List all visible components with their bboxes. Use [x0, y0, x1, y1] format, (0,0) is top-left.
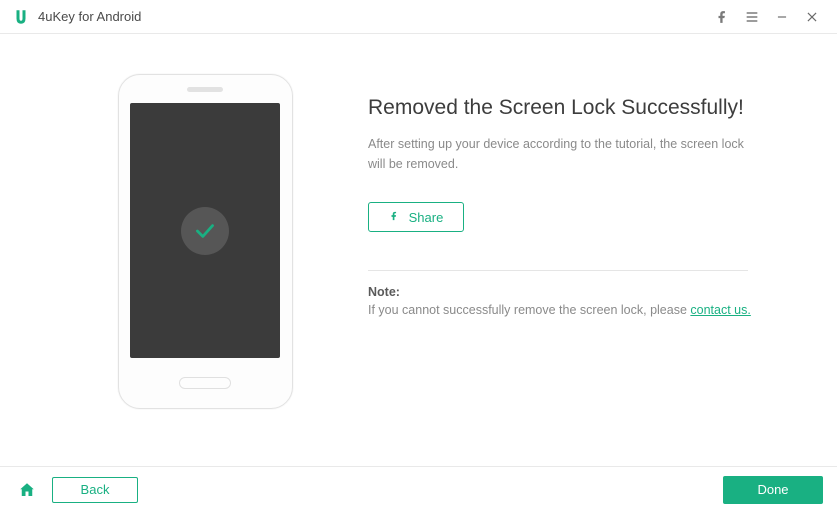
- facebook-small-icon: [389, 208, 399, 227]
- close-icon[interactable]: [797, 2, 827, 32]
- back-button[interactable]: Back: [52, 477, 138, 503]
- phone-speaker: [187, 87, 223, 92]
- share-button-label: Share: [409, 210, 444, 225]
- success-headline: Removed the Screen Lock Successfully!: [368, 96, 797, 120]
- menu-icon[interactable]: [737, 2, 767, 32]
- facebook-icon[interactable]: [707, 2, 737, 32]
- share-button[interactable]: Share: [368, 202, 464, 232]
- phone-mockup: [118, 74, 293, 409]
- app-title: 4uKey for Android: [38, 9, 141, 24]
- divider: [368, 270, 748, 271]
- note-label: Note:: [368, 285, 797, 299]
- home-icon[interactable]: [14, 477, 40, 503]
- contact-us-link[interactable]: contact us.: [690, 303, 750, 317]
- app-logo-icon: [12, 8, 30, 26]
- minimize-icon[interactable]: [767, 2, 797, 32]
- phone-home-button: [179, 377, 231, 389]
- success-subtext: After setting up your device according t…: [368, 134, 748, 174]
- phone-screen: [130, 103, 280, 358]
- done-button[interactable]: Done: [723, 476, 823, 504]
- checkmark-circle-icon: [181, 207, 229, 255]
- note-text-body: If you cannot successfully remove the sc…: [368, 303, 690, 317]
- note-text: If you cannot successfully remove the sc…: [368, 303, 797, 317]
